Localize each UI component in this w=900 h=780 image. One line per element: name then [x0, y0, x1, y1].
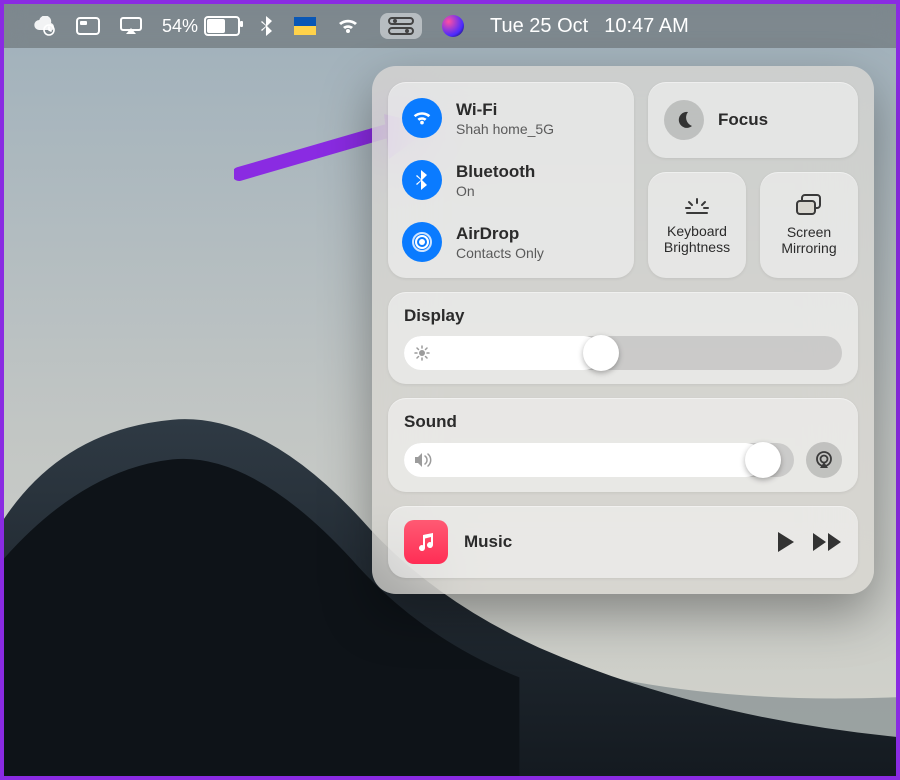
music-label: Music [464, 532, 512, 552]
keyboard-brightness-label: Keyboard Brightness [664, 223, 730, 255]
sound-tile: Sound [388, 398, 858, 492]
play-button[interactable] [776, 531, 796, 553]
bluetooth-menu-icon[interactable] [260, 15, 274, 37]
app-window-icon[interactable] [76, 17, 100, 35]
flag-app-icon[interactable] [294, 17, 316, 35]
control-center-panel: Wi-Fi Shah home_5G Bluetooth On [372, 66, 874, 594]
display-label: Display [404, 306, 842, 326]
keyboard-brightness-button[interactable]: Keyboard Brightness [648, 172, 746, 278]
menu-bar: 54% Tue 25 Oct 10:47 AM [4, 4, 896, 48]
connectivity-tile: Wi-Fi Shah home_5G Bluetooth On [388, 82, 634, 278]
airdrop-icon [402, 222, 442, 262]
bluetooth-status: On [456, 183, 535, 199]
menubar-time[interactable]: 10:47 AM [604, 15, 689, 38]
volume-icon [414, 452, 434, 468]
wifi-icon [402, 98, 442, 138]
screen-mirroring-icon [795, 194, 823, 216]
focus-toggle[interactable]: Focus [648, 82, 858, 158]
screen-mirroring-button[interactable]: Screen Mirroring [760, 172, 858, 278]
display-tile: Display [388, 292, 858, 384]
battery-percent-label: 54% [162, 16, 198, 37]
weather-sync-icon[interactable] [32, 16, 56, 36]
control-center-menu-icon[interactable] [380, 13, 422, 39]
battery-icon [204, 16, 240, 36]
siri-icon[interactable] [442, 15, 464, 37]
focus-label: Focus [718, 110, 768, 130]
now-playing-tile[interactable]: Music [388, 506, 858, 578]
battery-status[interactable]: 54% [162, 16, 240, 37]
bluetooth-label: Bluetooth [456, 162, 535, 182]
sound-label: Sound [404, 412, 842, 432]
airplay-menu-icon[interactable] [120, 17, 142, 35]
keyboard-brightness-icon [682, 195, 712, 215]
moon-icon [664, 100, 704, 140]
music-app-icon [404, 520, 448, 564]
wifi-label: Wi-Fi [456, 100, 554, 120]
airdrop-toggle[interactable]: AirDrop Contacts Only [402, 222, 620, 262]
screen-mirroring-label: Screen Mirroring [781, 224, 836, 256]
brightness-low-icon [414, 345, 430, 361]
display-brightness-slider[interactable] [404, 336, 842, 370]
bluetooth-icon [402, 160, 442, 200]
airdrop-label: AirDrop [456, 224, 544, 244]
sound-volume-slider[interactable] [404, 443, 794, 477]
airdrop-status: Contacts Only [456, 245, 544, 261]
menubar-date[interactable]: Tue 25 Oct [490, 15, 588, 38]
wifi-status: Shah home_5G [456, 121, 554, 137]
bluetooth-toggle[interactable]: Bluetooth On [402, 160, 620, 200]
wifi-menu-icon[interactable] [336, 17, 360, 35]
sound-output-button[interactable] [806, 442, 842, 478]
fast-forward-button[interactable] [812, 532, 842, 552]
wifi-toggle[interactable]: Wi-Fi Shah home_5G [402, 98, 620, 138]
